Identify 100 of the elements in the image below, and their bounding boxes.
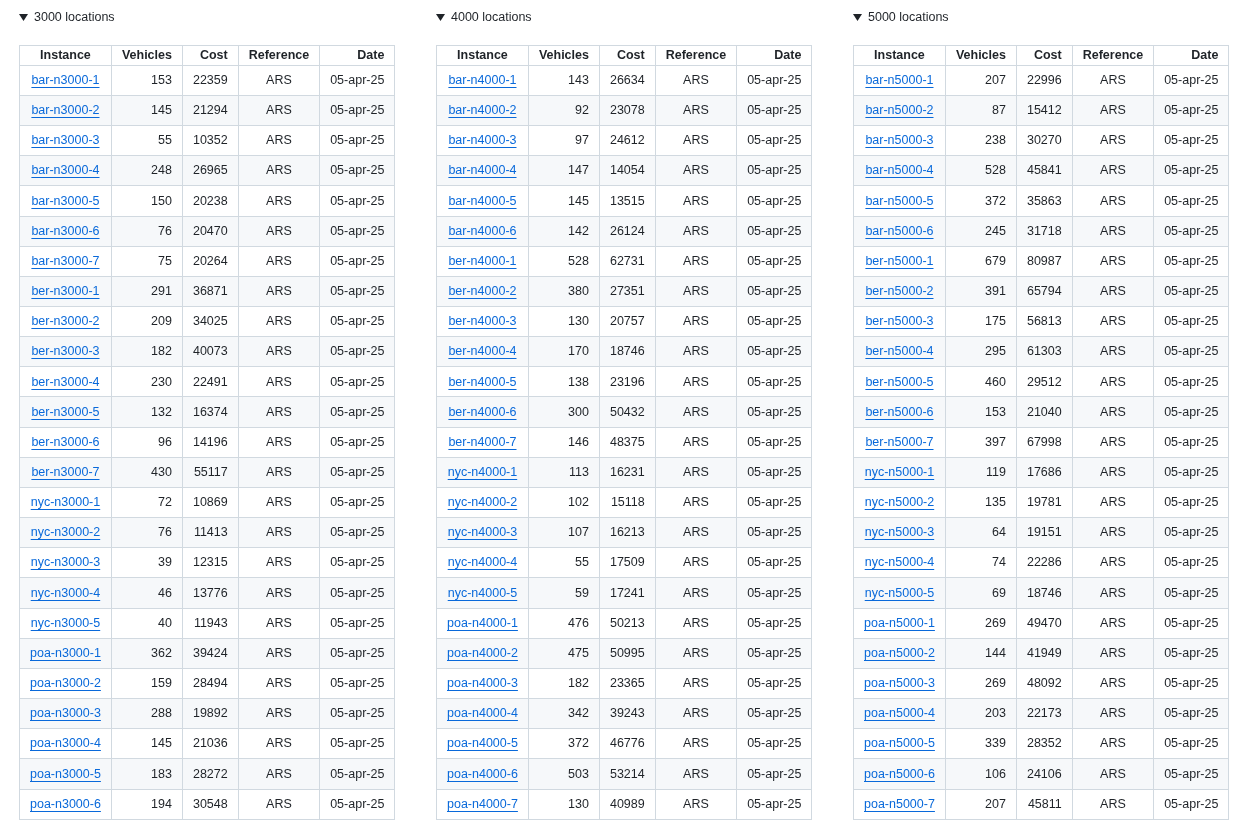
reference-cell: ARS — [1100, 465, 1126, 479]
vehicles-cell: 175 — [985, 314, 1006, 329]
cost-cell: 14196 — [192, 434, 228, 449]
date-cell: 05-apr-25 — [1164, 525, 1219, 540]
vehicles-cell: 55 — [158, 133, 172, 148]
vehicles-cell: 248 — [151, 163, 172, 178]
date-cell: 05-apr-25 — [1164, 374, 1219, 389]
reference-cell: ARS — [683, 615, 709, 630]
vehicles-cell: 135 — [985, 495, 1006, 510]
cost-cell: 62731 — [609, 253, 645, 268]
vehicles-cell: 55 — [575, 555, 589, 570]
vehicles-cell: 64 — [992, 525, 1006, 540]
vehicles-cell: 144 — [985, 645, 1006, 660]
section-title[interactable]: 5000 locations — [868, 7, 949, 27]
date-cell: 05-apr-25 — [1164, 615, 1219, 630]
reference-cell: ARS — [266, 555, 292, 570]
date-cell: 05-apr-25 — [330, 585, 385, 600]
section-title[interactable]: 3000 locations — [34, 7, 115, 27]
vehicles-cell: 430 — [151, 465, 172, 479]
reference-cell: ARS — [683, 103, 709, 118]
date-cell: 05-apr-25 — [747, 374, 802, 389]
reference-cell: ARS — [266, 344, 292, 359]
vehicles-cell: 130 — [568, 796, 589, 811]
reference-cell: ARS — [1100, 163, 1126, 178]
cost-cell: 67998 — [1026, 434, 1062, 449]
cost-cell: 26965 — [192, 163, 228, 178]
reference-cell: ARS — [266, 223, 292, 238]
date-cell: 05-apr-25 — [330, 404, 385, 419]
vehicles-cell: 207 — [985, 796, 1006, 811]
date-cell: 05-apr-25 — [1164, 223, 1219, 238]
date-cell: 05-apr-25 — [1164, 344, 1219, 359]
reference-cell: ARS — [1100, 525, 1126, 540]
cost-cell: 21294 — [192, 103, 228, 118]
cost-cell: 28272 — [192, 766, 228, 781]
cost-cell: 39424 — [192, 645, 228, 660]
date-cell: 05-apr-25 — [1164, 676, 1219, 691]
date-cell: 05-apr-25 — [747, 163, 802, 178]
cost-cell: 45841 — [1026, 163, 1062, 178]
date-cell: 05-apr-25 — [330, 193, 385, 208]
date-cell: 05-apr-25 — [330, 72, 385, 87]
vehicles-cell: 460 — [985, 374, 1006, 389]
cost-cell: 16213 — [609, 525, 645, 540]
date-cell: 05-apr-25 — [747, 585, 802, 600]
date-cell: 05-apr-25 — [330, 525, 385, 540]
vehicles-cell: 207 — [985, 72, 1006, 87]
date-cell: 05-apr-25 — [1164, 103, 1219, 118]
vehicles-cell: 245 — [985, 223, 1006, 238]
date-cell: 05-apr-25 — [330, 284, 385, 299]
vehicles-cell: 96 — [158, 434, 172, 449]
date-cell: 05-apr-25 — [330, 465, 385, 479]
vehicles-cell: 119 — [986, 465, 1006, 479]
date-cell: 05-apr-25 — [1164, 193, 1219, 208]
cost-cell: 80987 — [1026, 253, 1062, 268]
vehicles-cell: 194 — [151, 796, 172, 811]
cost-cell: 55117 — [193, 465, 228, 479]
reference-header: Reference — [655, 45, 737, 66]
reference-cell: ARS — [683, 344, 709, 359]
triangle-down-icon[interactable] — [19, 12, 28, 22]
cost-cell: 49470 — [1026, 615, 1062, 630]
vehicles-cell: 113 — [569, 465, 589, 479]
reference-cell: ARS — [266, 766, 292, 781]
date-cell: 05-apr-25 — [1164, 555, 1219, 570]
cost-cell: 27351 — [609, 284, 645, 299]
vehicles-cell: 362 — [151, 645, 172, 660]
vehicles-header: Vehicles — [528, 45, 600, 66]
date-cell: 05-apr-25 — [330, 495, 385, 510]
reference-cell: ARS — [1100, 374, 1126, 389]
vehicles-cell: 92 — [575, 103, 589, 118]
reference-cell: ARS — [266, 706, 292, 721]
section-title[interactable]: 4000 locations — [451, 7, 532, 27]
reference-cell: ARS — [683, 736, 709, 751]
vehicles-cell: 69 — [992, 585, 1006, 600]
cost-cell: 40989 — [609, 796, 645, 811]
reference-cell: ARS — [266, 495, 292, 510]
date-cell: 05-apr-25 — [330, 314, 385, 329]
cost-cell: 50995 — [609, 645, 645, 660]
date-cell: 05-apr-25 — [330, 706, 385, 721]
triangle-down-icon[interactable] — [853, 12, 862, 22]
reference-cell: ARS — [266, 72, 292, 87]
date-cell: 05-apr-25 — [747, 525, 802, 540]
vehicles-cell: 130 — [568, 314, 589, 329]
date-cell: 05-apr-25 — [330, 374, 385, 389]
reference-cell: ARS — [1100, 555, 1126, 570]
date-cell: 05-apr-25 — [330, 253, 385, 268]
triangle-down-icon[interactable] — [436, 12, 445, 22]
cost-cell: 30548 — [192, 796, 228, 811]
vehicles-cell: 106 — [985, 766, 1006, 781]
instance-header: Instance — [436, 45, 529, 66]
vehicles-cell: 238 — [985, 133, 1006, 148]
cost-cell: 56813 — [1026, 314, 1062, 329]
vehicles-cell: 475 — [568, 645, 589, 660]
cost-cell: 19781 — [1026, 495, 1062, 510]
date-cell: 05-apr-25 — [1164, 585, 1219, 600]
vehicles-cell: 397 — [985, 434, 1006, 449]
date-cell: 05-apr-25 — [747, 404, 802, 419]
cost-cell: 16231 — [609, 465, 645, 479]
cost-cell: 36871 — [192, 284, 228, 299]
vehicles-cell: 159 — [151, 676, 172, 691]
cost-cell: 13515 — [609, 193, 645, 208]
cost-cell: 24612 — [609, 133, 645, 148]
